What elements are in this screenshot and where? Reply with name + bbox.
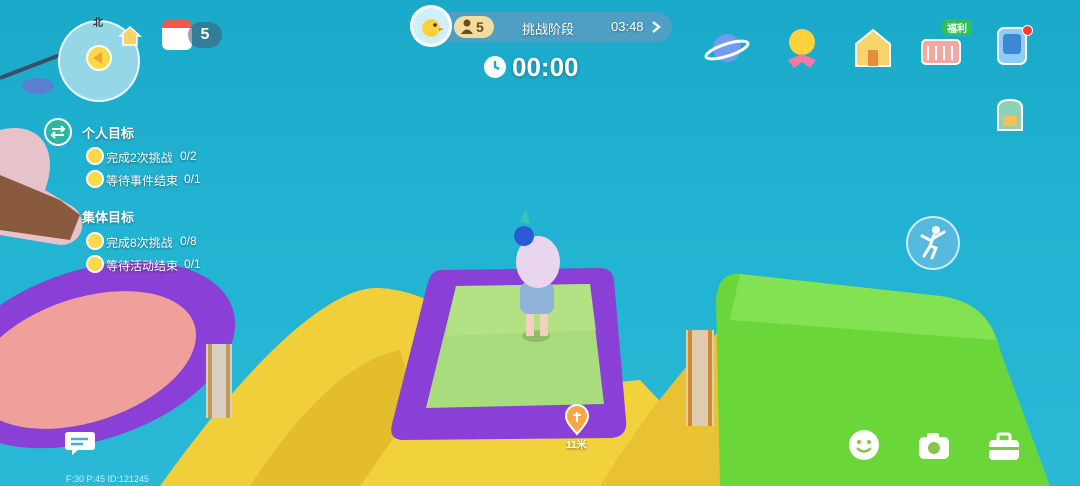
home-icon[interactable] [118,24,142,46]
notification-dot [1022,25,1033,36]
distance-label: 11米 [566,440,587,451]
goal-duck-icon [86,232,104,250]
welfare-badge: 福利 [942,19,972,36]
personal-goal-2-label: 等待事件结束 [106,174,179,188]
camera-icon[interactable] [916,428,952,464]
backpack-icon[interactable] [990,94,1030,134]
map-pin-icon [564,404,590,436]
compass-north: 北 [93,18,103,29]
swap-goals-icon[interactable] [44,118,72,146]
stage-label: 挑战阶段 [522,22,575,37]
group-goal-1-label: 完成8次挑战 [106,236,173,250]
group-goal-2-progress: 0/1 [184,257,201,271]
personal-goal-1-label: 完成2次挑战 [106,151,173,165]
emote-icon[interactable] [846,427,882,463]
climb-icon [920,226,946,260]
debug-info: F:30 P:45 ID:121245 [66,474,150,484]
personal-goal-1-progress: 0/2 [180,149,197,163]
group-goal-1-progress: 0/8 [180,234,197,248]
toolbox-icon[interactable] [986,430,1022,466]
duck-bow-icon[interactable] [780,24,824,70]
group-goal-title: 集体目标 [82,210,135,225]
goal-duck-icon [86,147,104,165]
clock-icon [484,56,506,78]
gift-house-icon[interactable] [850,24,896,68]
countdown-timer: 00:00 [512,52,579,82]
personal-goal-title: 个人目标 [82,126,135,141]
goal-duck-icon [86,255,104,273]
stage-time: 03:48 [611,19,644,34]
personal-goal-2-progress: 0/1 [184,172,201,186]
chat-icon[interactable] [64,428,98,458]
group-goal-2-label: 等待活动结束 [106,259,179,273]
climb-button[interactable] [906,216,960,270]
chevron-right-icon[interactable] [650,20,662,34]
duck-avatar-icon [410,5,452,47]
goal-duck-icon [86,170,104,188]
person-icon [461,19,473,34]
player-count-chip: 5 [454,16,494,38]
planet-icon[interactable] [704,26,750,70]
player-count: 5 [476,19,484,35]
calendar-count: 5 [188,22,222,48]
